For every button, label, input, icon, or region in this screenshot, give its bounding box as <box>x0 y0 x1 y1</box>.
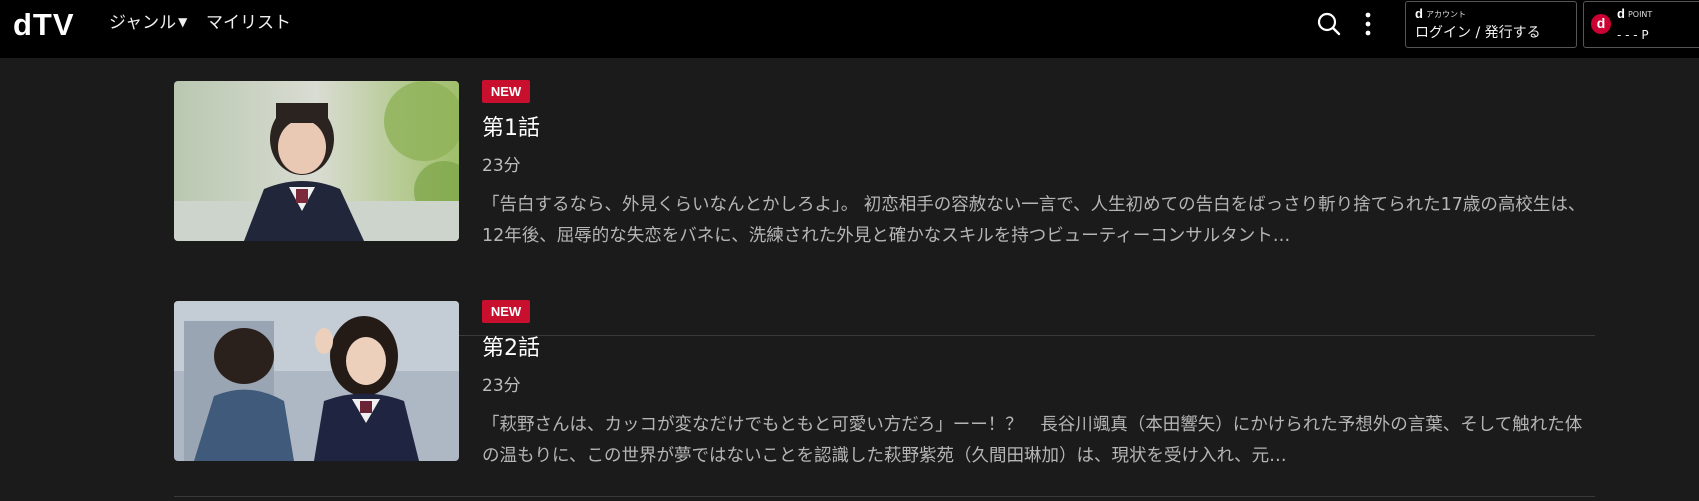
dpoint-icon: d <box>1591 14 1611 34</box>
episode-title[interactable]: 第1話 <box>482 114 540 144</box>
episode-duration: 23分 <box>482 376 521 396</box>
episode-description: 「萩野さんは、カッコが変なだけでもともと可愛い方だろ」ーー！？ 長谷川颯真（本田… <box>482 415 1583 466</box>
top-header: dTV ジャンル ▼ マイリスト d アカウント ログイン / 発行する d d PO… <box>0 0 1699 58</box>
search-icon[interactable] <box>1316 11 1342 37</box>
dpoint-button[interactable]: d d POINT - - - P <box>1583 1 1699 48</box>
dpoint-d-mark: d <box>1617 6 1625 21</box>
genre-label: ジャンル <box>109 13 177 33</box>
genre-menu[interactable]: ジャンル ▼ <box>109 12 187 35</box>
dtv-logo[interactable]: dTV <box>13 7 75 43</box>
caret-down-icon: ▼ <box>178 15 188 29</box>
episode-thumbnail[interactable] <box>174 301 459 461</box>
login-label: ログイン / 発行する <box>1415 25 1541 41</box>
d-account-mark: d <box>1415 6 1423 21</box>
account-small-label: d アカウント <box>1415 6 1466 21</box>
episode-item-1[interactable]: NEW 第1話 23分 「告白するなら、外見くらいなんとかしろよ」。 初恋相手の… <box>174 58 1595 336</box>
dpoint-value: - - - P <box>1617 28 1649 42</box>
episode-item-2[interactable]: NEW 第2話 23分 「萩野さんは、カッコが変なだけでもともと可愛い方だろ」ー… <box>174 278 1595 498</box>
episode-title[interactable]: 第2話 <box>482 334 540 364</box>
episode-description: 「告白するなら、外見くらいなんとかしろよ」。 初恋相手の容赦ない一言で、人生初め… <box>482 195 1586 246</box>
episode-duration: 23分 <box>482 156 521 176</box>
mylist-link[interactable]: マイリスト <box>206 12 291 34</box>
new-badge: NEW <box>482 80 530 103</box>
more-vertical-icon[interactable] <box>1355 11 1381 37</box>
account-login-button[interactable]: d アカウント ログイン / 発行する <box>1405 1 1577 48</box>
dpoint-small-label: d POINT <box>1617 6 1653 21</box>
new-badge: NEW <box>482 300 530 323</box>
divider <box>174 496 1595 497</box>
episode-thumbnail[interactable] <box>174 81 459 241</box>
